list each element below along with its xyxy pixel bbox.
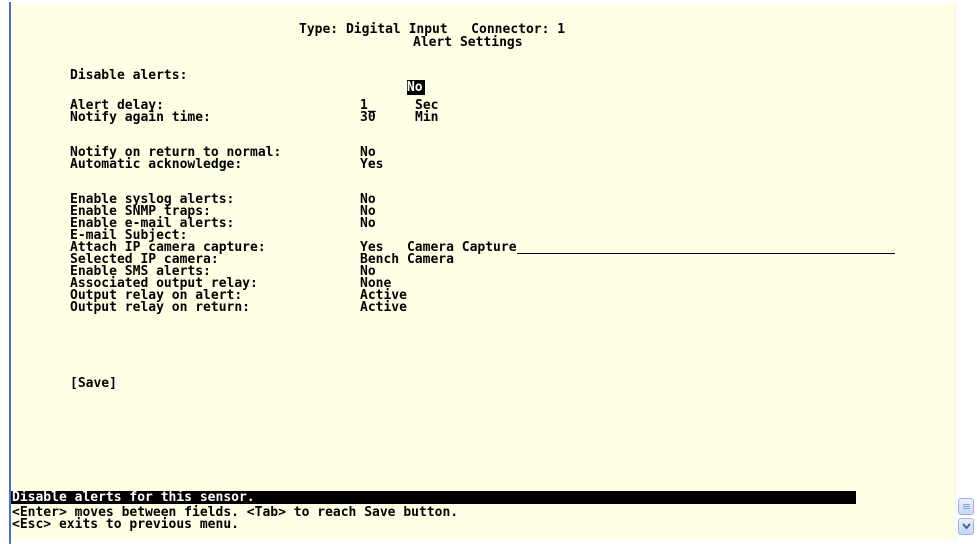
window-left-border: [0, 0, 11, 544]
disable-alerts-selected-value[interactable]: No: [406, 80, 425, 95]
chevron-down-icon: [962, 523, 971, 530]
field-value-notify-again-time[interactable]: 30: [360, 111, 376, 124]
help-text: Disable alerts for this sensor.: [12, 490, 255, 505]
field-value-email-subject[interactable]: Camera Capture: [360, 230, 895, 254]
save-button[interactable]: [Save]: [70, 377, 117, 390]
thumb-grip-line: [963, 504, 970, 505]
field-value-disable-alerts[interactable]: No: [360, 70, 425, 95]
field-label-automatic-acknowledge: Automatic acknowledge:: [70, 157, 243, 172]
field-unit-notify-again-time: Min: [415, 110, 439, 125]
email-subject-underline[interactable]: [516, 242, 895, 254]
vertical-scrollbar[interactable]: [955, 4, 977, 540]
terminal-screen: Type: Digital Input Connector: 1 Alert S…: [11, 4, 956, 540]
thumb-grip-line: [963, 506, 970, 507]
field-label-output-relay-on-return: Output relay on return:: [70, 300, 251, 315]
scrollbar-thumb[interactable]: [958, 498, 974, 515]
field-value-output-relay-on-return[interactable]: Active: [360, 301, 407, 314]
field-label-notify-again-time: Notify again time:: [70, 110, 211, 125]
scrollbar-track[interactable]: [956, 4, 977, 540]
thumb-grip-line: [963, 508, 970, 509]
field-label-disable-alerts: Disable alerts:: [70, 68, 188, 83]
field-value-enable-email-alerts[interactable]: No: [360, 217, 376, 230]
hint-escape: <Esc> exits to previous menu.: [12, 517, 239, 532]
scroll-down-button[interactable]: [958, 518, 974, 535]
field-value-automatic-acknowledge[interactable]: Yes: [360, 158, 383, 171]
header-title: Alert Settings: [413, 35, 523, 50]
terminal-window: Type: Digital Input Connector: 1 Alert S…: [0, 0, 977, 544]
help-status-bar: Disable alerts for this sensor.: [11, 491, 856, 504]
